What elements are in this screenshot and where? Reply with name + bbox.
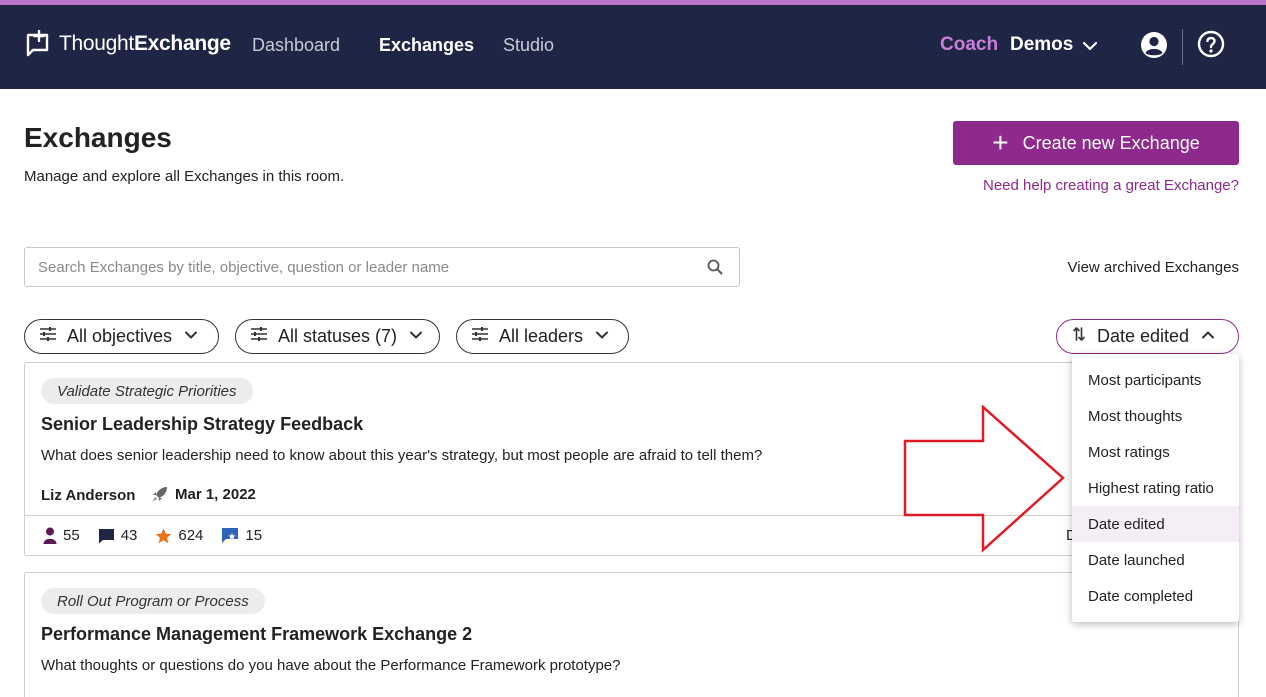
rocket-icon [152, 487, 167, 502]
help-icon[interactable] [1197, 30, 1225, 63]
logo-icon [25, 30, 53, 58]
app-logo[interactable]: ThoughtExchange [25, 30, 231, 58]
person-icon [43, 527, 57, 544]
sort-option-date-launched[interactable]: Date launched [1072, 542, 1239, 578]
sort-option-highest-rating-ratio[interactable]: Highest rating ratio [1072, 470, 1239, 506]
help-creating-link[interactable]: Need help creating a great Exchange? [983, 177, 1239, 194]
star-icon [156, 528, 172, 543]
red-arrow-annotation [903, 405, 1065, 553]
create-exchange-button[interactable]: + Create new Exchange [953, 121, 1239, 165]
sort-option-date-completed[interactable]: Date completed [1072, 578, 1239, 614]
objective-tag: Validate Strategic Priorities [41, 378, 253, 404]
exchange-question: What does senior leadership need to know… [41, 447, 763, 464]
chevron-down-icon[interactable] [1082, 38, 1098, 59]
user-icon[interactable] [1140, 31, 1168, 64]
create-exchange-label: Create new Exchange [1022, 132, 1200, 153]
filter-leaders-label: All leaders [499, 326, 584, 346]
chevron-up-icon [1201, 326, 1215, 347]
plus-icon: + [992, 127, 1009, 158]
logo-text: ThoughtExchange [59, 32, 231, 55]
nav-exchanges[interactable]: Exchanges [379, 35, 474, 56]
sort-option-date-edited[interactable]: Date edited [1072, 506, 1239, 542]
top-navbar: ThoughtExchange Dashboard Exchanges Stud… [0, 5, 1266, 89]
room-selector[interactable]: Demos [1010, 34, 1073, 56]
chevron-down-icon [595, 326, 609, 347]
filter-objectives[interactable]: All objectives [24, 319, 219, 354]
page-title: Exchanges [24, 122, 172, 153]
ratings-stat: 624 [155, 527, 203, 544]
thoughts-count: 43 [120, 527, 138, 544]
exchange-leader: Liz Anderson [41, 487, 136, 504]
participants-count: 55 [63, 527, 80, 544]
chevron-down-icon [409, 326, 423, 347]
filter-leaders[interactable]: All leaders [456, 319, 629, 354]
starred-stat: 15 [221, 527, 262, 544]
view-archived-link[interactable]: View archived Exchanges [1068, 259, 1240, 276]
filter-statuses-label: All statuses (7) [278, 326, 398, 346]
starred-count: 15 [245, 527, 263, 544]
starred-comment-icon [222, 528, 239, 543]
nav-divider [1182, 29, 1183, 65]
exchange-title[interactable]: Senior Leadership Strategy Feedback [41, 414, 363, 435]
nav-studio[interactable]: Studio [503, 35, 554, 56]
nav-dashboard[interactable]: Dashboard [252, 35, 340, 56]
sort-options-menu: Most participants Most thoughts Most rat… [1072, 354, 1239, 622]
comment-icon [98, 528, 114, 543]
sort-option-most-ratings[interactable]: Most ratings [1072, 434, 1239, 470]
filter-sliders-icon [471, 326, 489, 347]
exchange-title[interactable]: Performance Management Framework Exchang… [41, 624, 472, 645]
search-icon[interactable] [707, 259, 723, 280]
chevron-down-icon [184, 326, 198, 347]
exchange-launch-date: Mar 1, 2022 [151, 485, 256, 503]
thoughts-stat: 43 [98, 527, 138, 544]
sort-current-label: Date edited [1097, 326, 1190, 346]
sort-dropdown-button[interactable]: Date edited [1056, 319, 1239, 354]
filter-sliders-icon [39, 326, 57, 347]
objective-tag: Roll Out Program or Process [41, 588, 265, 614]
exchange-card[interactable]: Roll Out Program or Process Performance … [24, 572, 1239, 697]
coach-link[interactable]: Coach [940, 34, 998, 56]
sort-arrows-icon [1073, 326, 1085, 347]
sort-option-most-thoughts[interactable]: Most thoughts [1072, 398, 1239, 434]
filter-sliders-icon [250, 326, 268, 347]
participants-stat: 55 [43, 527, 80, 544]
ratings-count: 624 [178, 527, 204, 544]
filter-objectives-label: All objectives [67, 326, 173, 346]
filter-statuses[interactable]: All statuses (7) [235, 319, 440, 354]
sort-option-most-participants[interactable]: Most participants [1072, 362, 1239, 398]
search-box [24, 247, 740, 287]
search-input[interactable] [25, 248, 665, 286]
launch-date-text: Mar 1, 2022 [175, 485, 256, 503]
page-subtitle: Manage and explore all Exchanges in this… [24, 168, 345, 185]
exchange-question: What thoughts or questions do you have a… [41, 657, 621, 674]
